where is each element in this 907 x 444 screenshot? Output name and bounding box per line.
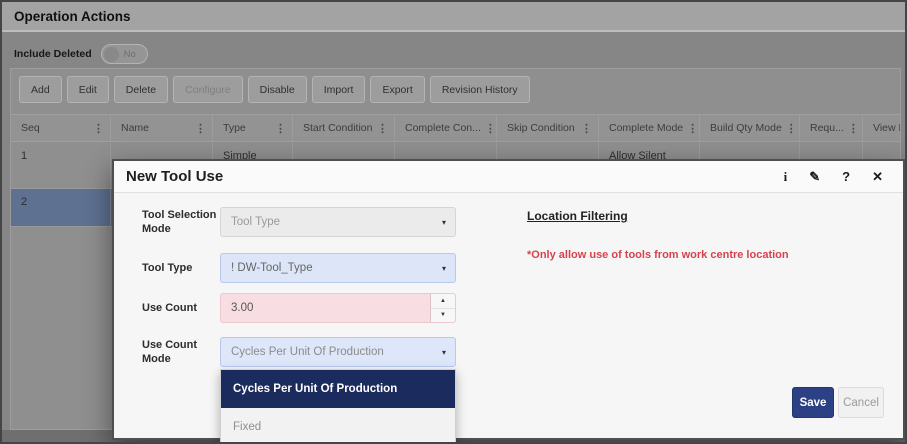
field-tool-type: Tool Type ! DW-Tool_Type ▾ xyxy=(142,253,456,283)
help-icon[interactable]: ? xyxy=(842,170,850,183)
kebab-menu-icon[interactable]: ⋮ xyxy=(687,122,698,135)
edit-button[interactable]: Edit xyxy=(66,76,109,103)
cell-seq: 2 xyxy=(11,189,111,226)
dropdown-option[interactable]: Fixed xyxy=(221,408,455,442)
dropdown-option-selected[interactable]: Cycles Per Unit Of Production xyxy=(221,370,455,408)
use-count-mode-dropdown-list: Cycles Per Unit Of Production Fixed xyxy=(220,369,456,442)
dialog-header-icons: i ✎ ? ✕ xyxy=(784,170,883,183)
disable-button[interactable]: Disable xyxy=(247,76,307,103)
edit-pencil-icon[interactable]: ✎ xyxy=(809,170,820,183)
field-use-count-mode: Use Count Mode Cycles Per Unit Of Produc… xyxy=(142,337,456,367)
column-header-seq[interactable]: Seq ⋮ xyxy=(11,115,111,141)
page-title: Operation Actions xyxy=(14,8,131,24)
revision-history-button[interactable]: Revision History xyxy=(429,76,530,103)
quantity-stepper: ▲ ▼ xyxy=(430,294,455,322)
delete-button[interactable]: Delete xyxy=(113,76,169,103)
spinner-up-icon[interactable]: ▲ xyxy=(431,294,455,308)
field-tool-selection-mode: Tool Selection Mode Tool Type ▾ xyxy=(142,207,456,237)
import-button[interactable]: Import xyxy=(311,76,366,103)
cancel-button[interactable]: Cancel xyxy=(838,387,884,418)
toggle-knob-icon xyxy=(103,46,119,62)
spinner-down-icon[interactable]: ▼ xyxy=(431,307,455,323)
column-header-view-mode[interactable]: View Mo xyxy=(863,115,900,141)
table-header-row: Seq ⋮ Name ⋮ Type ⋮ Start Condition ⋮ Comple… xyxy=(11,114,900,142)
use-count-mode-select[interactable]: Cycles Per Unit Of Production ▾ xyxy=(220,337,456,367)
kebab-menu-icon[interactable]: ⋮ xyxy=(377,122,388,135)
dialog-title: New Tool Use xyxy=(126,168,224,185)
column-header-type[interactable]: Type ⋮ xyxy=(213,115,293,141)
grid-toolbar: Add Edit Delete Configure Disable Import… xyxy=(19,76,530,103)
column-header-skip-condition[interactable]: Skip Condition ⋮ xyxy=(497,115,599,141)
page-header: Operation Actions xyxy=(2,2,905,32)
kebab-menu-icon[interactable]: ⋮ xyxy=(848,122,859,135)
location-filtering-heading: Location Filtering xyxy=(527,209,628,223)
new-tool-use-dialog: New Tool Use i ✎ ? ✕ Tool Selection Mode… xyxy=(112,159,905,442)
column-header-build-qty-mode[interactable]: Build Qty Mode ⋮ xyxy=(700,115,800,141)
use-count-input[interactable]: 3.00 ▲ ▼ xyxy=(220,293,456,323)
tool-selection-mode-label: Tool Selection Mode xyxy=(142,208,217,235)
field-use-count: Use Count 3.00 ▲ ▼ xyxy=(142,293,456,323)
column-header-required[interactable]: Requ... ⋮ xyxy=(800,115,863,141)
include-deleted-row: Include Deleted No xyxy=(14,42,148,66)
kebab-menu-icon[interactable]: ⋮ xyxy=(93,122,104,135)
column-header-complete-mode[interactable]: Complete Mode ⋮ xyxy=(599,115,700,141)
app-window: Operation Actions Include Deleted No Add… xyxy=(0,0,907,444)
location-filtering-note: *Only allow use of tools from work centr… xyxy=(527,249,789,261)
kebab-menu-icon[interactable]: ⋮ xyxy=(786,122,797,135)
dialog-actions: Save Cancel xyxy=(792,387,884,418)
chevron-down-icon: ▾ xyxy=(441,217,446,227)
close-icon[interactable]: ✕ xyxy=(872,170,883,183)
cell-seq: 1 xyxy=(11,143,111,188)
add-button[interactable]: Add xyxy=(19,76,62,103)
chevron-down-icon: ▾ xyxy=(441,347,446,357)
column-header-start-condition[interactable]: Start Condition ⋮ xyxy=(293,115,395,141)
column-header-name[interactable]: Name ⋮ xyxy=(111,115,213,141)
kebab-menu-icon[interactable]: ⋮ xyxy=(581,122,592,135)
include-deleted-toggle[interactable]: No xyxy=(100,44,148,64)
dialog-header: New Tool Use i ✎ ? ✕ xyxy=(114,161,903,193)
kebab-menu-icon[interactable]: ⋮ xyxy=(485,122,496,135)
include-deleted-label: Include Deleted xyxy=(14,48,92,60)
use-count-mode-label: Use Count Mode xyxy=(142,338,197,365)
chevron-down-icon: ▾ xyxy=(441,263,446,273)
toggle-state-label: No xyxy=(123,48,136,60)
kebab-menu-icon[interactable]: ⋮ xyxy=(195,122,206,135)
tool-type-select[interactable]: ! DW-Tool_Type ▾ xyxy=(220,253,456,283)
tool-selection-mode-select[interactable]: Tool Type ▾ xyxy=(220,207,456,237)
export-button[interactable]: Export xyxy=(370,76,425,103)
configure-button: Configure xyxy=(173,76,243,103)
kebab-menu-icon[interactable]: ⋮ xyxy=(275,122,286,135)
column-header-complete-condition[interactable]: Complete Con... ⋮ xyxy=(395,115,497,141)
save-button[interactable]: Save xyxy=(792,387,834,418)
use-count-label: Use Count xyxy=(142,301,197,314)
tool-type-label: Tool Type xyxy=(142,261,193,274)
info-icon[interactable]: i xyxy=(784,170,788,183)
